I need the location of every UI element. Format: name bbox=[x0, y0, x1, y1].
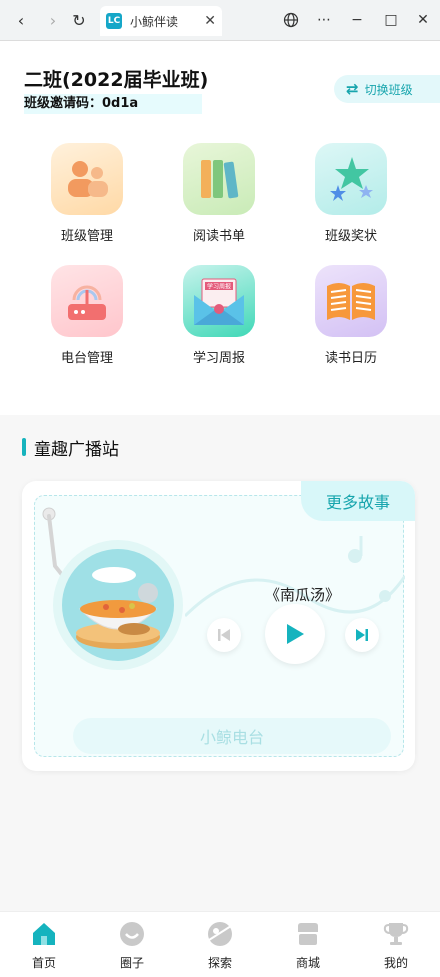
more-menu-icon[interactable]: ⋯ bbox=[313, 9, 335, 31]
soup-illustration-icon bbox=[76, 567, 160, 649]
nav-item-circle[interactable]: 圈子 bbox=[88, 912, 176, 977]
nav-label: 商城 bbox=[295, 956, 320, 970]
reading-calendar-icon bbox=[315, 265, 387, 337]
globe-icon[interactable] bbox=[280, 9, 302, 31]
menu-item-reading-list[interactable]: 阅读书单 bbox=[164, 143, 274, 244]
radio-station-button[interactable]: 小鲸电台 bbox=[73, 718, 391, 754]
more-stories-button[interactable]: 更多故事 bbox=[301, 481, 415, 521]
envelope-text: 学习周报 bbox=[207, 283, 231, 291]
nav-item-explore[interactable]: 探索 bbox=[176, 912, 264, 977]
class-manage-icon bbox=[51, 143, 123, 215]
play-button[interactable] bbox=[265, 604, 325, 664]
radio-manage-icon bbox=[51, 265, 123, 337]
section-title: 童趣广播站 bbox=[22, 437, 119, 460]
weekly-report-icon: 学习周报 bbox=[183, 265, 255, 337]
nav-label: 探索 bbox=[207, 956, 232, 970]
menu-label: 阅读书单 bbox=[192, 229, 245, 244]
menu-label: 电台管理 bbox=[60, 351, 113, 366]
play-icon bbox=[287, 624, 304, 644]
section-title-text: 童趣广播站 bbox=[34, 439, 119, 460]
song-title: 《南瓜汤》 bbox=[265, 586, 341, 604]
section-title-bar bbox=[22, 438, 26, 456]
trophy-icon bbox=[383, 923, 409, 945]
minimize-icon[interactable]: − bbox=[346, 9, 368, 31]
maximize-icon[interactable]: □ bbox=[380, 9, 402, 31]
nav-label: 圈子 bbox=[119, 956, 144, 970]
menu-label: 学习周报 bbox=[192, 351, 245, 366]
previous-icon bbox=[218, 629, 230, 641]
app-favicon-icon: LC bbox=[106, 13, 122, 29]
forward-icon[interactable]: › bbox=[42, 9, 64, 31]
back-icon[interactable]: ‹ bbox=[10, 9, 32, 31]
browser-toolbar: ‹ › ↻ LC 小鲸伴读 ✕ ⋯ − □ ✕ bbox=[0, 0, 440, 41]
class-award-icon bbox=[315, 143, 387, 215]
reload-icon[interactable]: ↻ bbox=[68, 9, 90, 31]
radio-card-inner: 《南瓜汤》 小鲸电台 bbox=[34, 495, 405, 757]
nav-item-mine[interactable]: 我的 bbox=[352, 912, 440, 977]
radio-card: 《南瓜汤》 小鲸电台 更多故事 bbox=[22, 481, 415, 771]
home-icon bbox=[33, 923, 55, 945]
bottom-nav: 首页 圈子 探索 商城 我的 bbox=[0, 911, 440, 977]
invite-code: 班级邀请码：0d1a bbox=[24, 94, 202, 114]
menu-label: 班级奖状 bbox=[324, 229, 377, 244]
switch-icon: ⇄ bbox=[346, 80, 359, 98]
switch-class-label: 切换班级 bbox=[364, 82, 413, 97]
next-track-button[interactable] bbox=[345, 618, 379, 652]
nav-item-shop[interactable]: 商城 bbox=[264, 912, 352, 977]
menu-item-class-manage[interactable]: 班级管理 bbox=[32, 143, 142, 244]
shop-icon bbox=[298, 923, 318, 945]
record-disc bbox=[53, 540, 183, 670]
switch-class-button[interactable]: ⇄ 切换班级 bbox=[334, 75, 440, 103]
explore-icon bbox=[208, 922, 232, 946]
menu-item-reading-calendar[interactable]: 读书日历 bbox=[296, 265, 406, 366]
tab-close-icon[interactable]: ✕ bbox=[204, 13, 216, 29]
next-icon bbox=[356, 629, 368, 641]
menu-label: 班级管理 bbox=[60, 229, 113, 244]
menu-item-class-award[interactable]: 班级奖状 bbox=[296, 143, 406, 244]
menu-item-radio-manage[interactable]: 电台管理 bbox=[32, 265, 142, 366]
class-name: 二班(2022届毕业班) bbox=[24, 69, 209, 91]
reading-list-icon bbox=[183, 143, 255, 215]
browser-tab[interactable]: LC 小鲸伴读 ✕ bbox=[100, 6, 222, 36]
nav-label: 首页 bbox=[31, 956, 56, 970]
tab-title: 小鲸伴读 bbox=[130, 14, 179, 29]
menu-item-weekly-report[interactable]: 学习周报 学习周报 bbox=[164, 265, 274, 366]
previous-track-button[interactable] bbox=[207, 618, 241, 652]
class-header: 二班(2022届毕业班) 班级邀请码：0d1a ⇄ 切换班级 班级管理 阅读书单… bbox=[0, 41, 440, 415]
window-close-icon[interactable]: ✕ bbox=[412, 9, 434, 31]
nav-item-home[interactable]: 首页 bbox=[0, 912, 88, 977]
app-page: 二班(2022届毕业班) 班级邀请码：0d1a ⇄ 切换班级 班级管理 阅读书单… bbox=[0, 41, 440, 911]
circle-icon bbox=[120, 922, 144, 946]
nav-label: 我的 bbox=[383, 956, 408, 970]
menu-label: 读书日历 bbox=[324, 351, 377, 366]
album-cover bbox=[62, 549, 174, 661]
